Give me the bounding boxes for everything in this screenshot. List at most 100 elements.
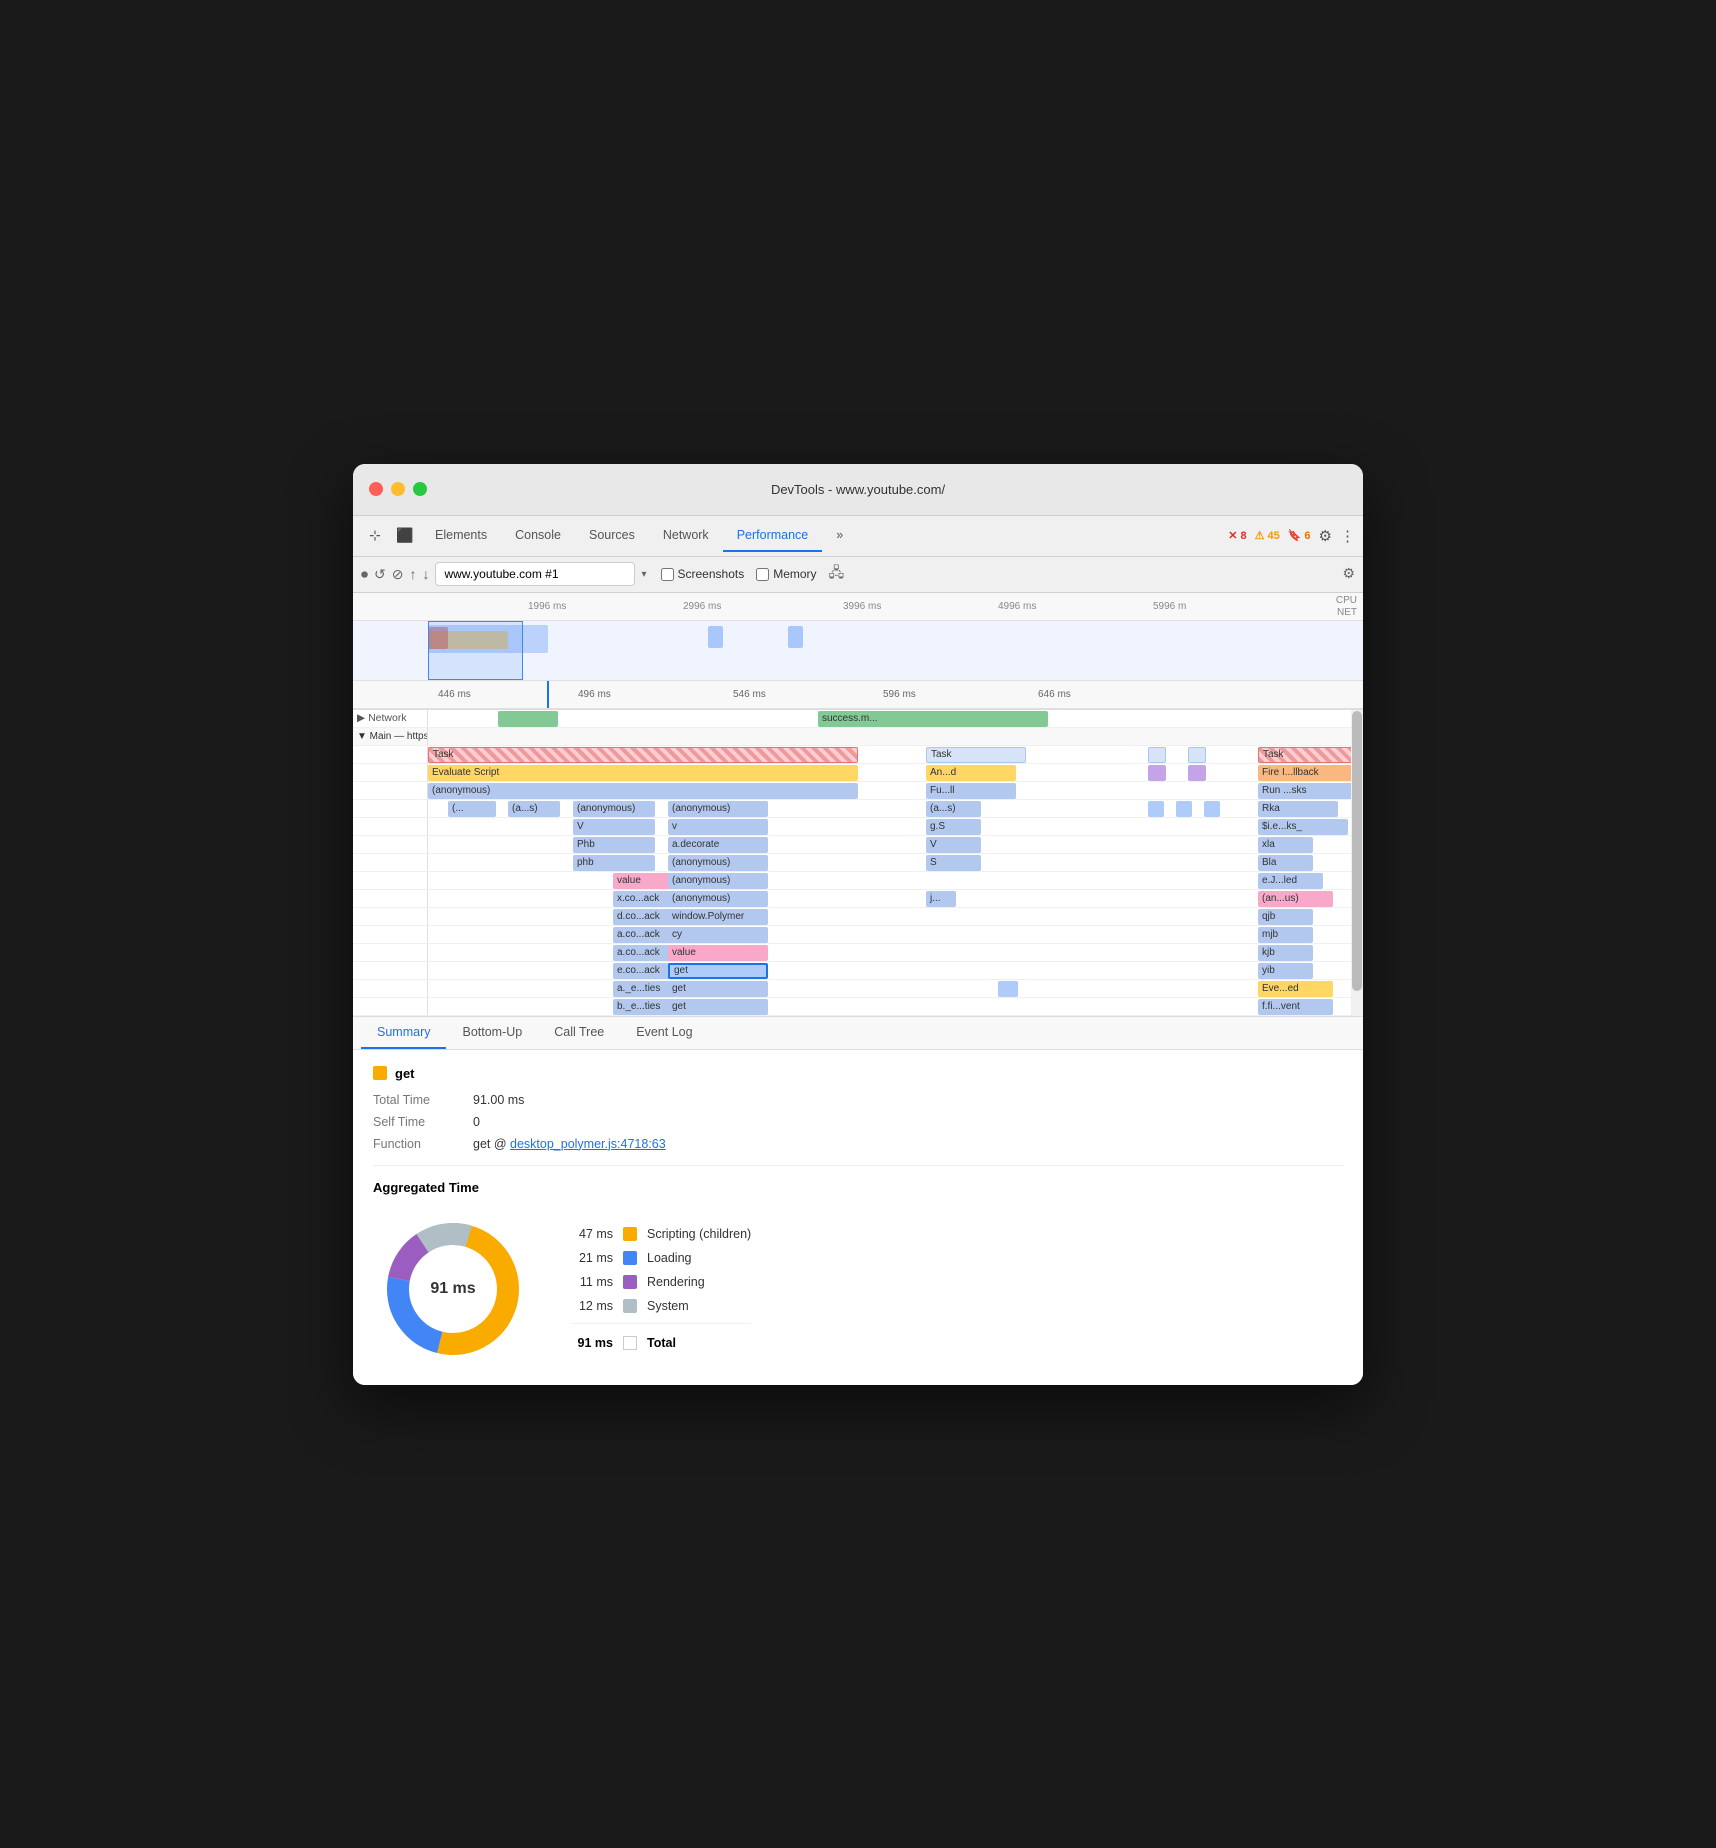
scrollbar-track[interactable] <box>1351 710 1363 1016</box>
tab-network[interactable]: Network <box>649 520 723 552</box>
task-bar-4[interactable] <box>1188 747 1206 763</box>
deep-bar-3c[interactable]: V <box>926 837 981 853</box>
minimize-button[interactable] <box>391 482 405 496</box>
deep-bar-9b[interactable]: value <box>668 945 768 961</box>
deep-bar-1e[interactable]: (a...s) <box>926 801 981 817</box>
maximize-button[interactable] <box>413 482 427 496</box>
evaluate-bar-3[interactable] <box>1148 765 1166 781</box>
deep-bar-6a[interactable]: x.co...ack <box>613 891 671 907</box>
deep-bar-11a[interactable]: a._e...ties <box>613 981 671 997</box>
url-dropdown-icon[interactable]: ▾ <box>641 569 646 580</box>
memory-checkbox[interactable] <box>756 568 769 581</box>
scrollbar-thumb[interactable] <box>1352 711 1362 991</box>
memory-checkbox-label[interactable]: Memory <box>756 567 816 581</box>
deep-bar-12b[interactable]: get <box>668 999 768 1015</box>
anon-bar-3[interactable]: Run ...sks <box>1258 783 1363 799</box>
upload-icon[interactable]: ↑ <box>409 566 416 582</box>
evaluate-bar-1[interactable]: Evaluate Script <box>428 765 858 781</box>
deep-bar-1d[interactable]: (anonymous) <box>668 801 768 817</box>
more-icon[interactable]: ⋮ <box>1340 527 1355 545</box>
deep-bar-4c[interactable]: S <box>926 855 981 871</box>
url-input[interactable] <box>435 562 635 586</box>
deep-bar-1i[interactable]: Rka <box>1258 801 1338 817</box>
tab-call-tree[interactable]: Call Tree <box>538 1017 620 1049</box>
deep-bar-3d[interactable]: xla <box>1258 837 1313 853</box>
deep-bar-5c[interactable]: e.J...led <box>1258 873 1323 889</box>
deep-bar-1c[interactable]: (anonymous) <box>573 801 655 817</box>
settings-icon[interactable]: ⚙ <box>1319 527 1332 545</box>
deep-bar-1g[interactable] <box>1176 801 1192 817</box>
record-icon[interactable]: ⏺ <box>361 566 368 583</box>
deep-bar-4d[interactable]: Bla <box>1258 855 1313 871</box>
evaluate-bar-2[interactable]: An...d <box>926 765 1016 781</box>
deep-bar-1f[interactable] <box>1148 801 1164 817</box>
deep-bar-11b[interactable]: get <box>668 981 768 997</box>
deep-bar-2d[interactable]: $i.e...ks_ <box>1258 819 1348 835</box>
device-icon[interactable]: ⬛ <box>391 522 419 550</box>
deep-bar-10c[interactable]: yib <box>1258 963 1313 979</box>
close-button[interactable] <box>369 482 383 496</box>
deep-bar-5b[interactable]: (anonymous) <box>668 873 768 889</box>
deep-bar-9a[interactable]: a.co...ack <box>613 945 671 961</box>
deep-bar-2b[interactable]: v <box>668 819 768 835</box>
deep-bar-5a[interactable]: value <box>613 873 671 889</box>
function-link[interactable]: desktop_polymer.js:4718:63 <box>510 1137 666 1151</box>
tab-more[interactable]: » <box>822 520 857 552</box>
deep-bar-8c[interactable]: mjb <box>1258 927 1313 943</box>
deep-bar-10a[interactable]: e.co...ack <box>613 963 671 979</box>
network-bar-success[interactable]: success.m... <box>818 711 1048 727</box>
deep-bar-2a[interactable]: V <box>573 819 655 835</box>
tab-console[interactable]: Console <box>501 520 575 552</box>
deep-bar-2c[interactable]: g.S <box>926 819 981 835</box>
deep-bar-8a[interactable]: a.co...ack <box>613 927 671 943</box>
deep-bar-area-4: phb (anonymous) S Bla <box>428 854 1363 872</box>
screenshots-checkbox-label[interactable]: Screenshots <box>661 567 745 581</box>
reload-icon[interactable]: ↺ <box>374 566 386 583</box>
inspect-icon[interactable]: ⊹ <box>361 522 389 550</box>
task-bar-2[interactable]: Task <box>926 747 1026 763</box>
deep-bar-12a[interactable]: b._e...ties <box>613 999 671 1015</box>
deep-bar-7a[interactable]: d.co...ack <box>613 909 671 925</box>
anon-bar-2[interactable]: Fu...ll <box>926 783 1016 799</box>
deep-bar-3a[interactable]: Phb <box>573 837 655 853</box>
deep-bar-12c[interactable]: f.fi...vent <box>1258 999 1333 1015</box>
deep-bar-7c[interactable]: qjb <box>1258 909 1313 925</box>
task-bar-5[interactable]: Task <box>1258 747 1363 763</box>
task-bar-1[interactable]: Task <box>428 747 858 763</box>
tab-sources[interactable]: Sources <box>575 520 649 552</box>
deep-bar-11c[interactable] <box>998 981 1018 997</box>
deep-bar-6b[interactable]: (anonymous) <box>668 891 768 907</box>
download-icon[interactable]: ↓ <box>422 566 429 582</box>
tab-elements[interactable]: Elements <box>421 520 501 552</box>
capture-settings-icon[interactable]: ⚙ <box>1342 565 1355 581</box>
deep-bar-4b[interactable]: (anonymous) <box>668 855 768 871</box>
deep-bar-7b[interactable]: window.Polymer <box>668 909 768 925</box>
scrubber[interactable]: 446 ms 496 ms 546 ms 596 ms 646 ms <box>353 681 1363 709</box>
deep-bar-6d[interactable]: (an...us) <box>1258 891 1333 907</box>
evaluate-bar-4[interactable] <box>1188 765 1206 781</box>
clear-icon[interactable]: ⊘ <box>392 566 404 583</box>
tab-performance[interactable]: Performance <box>723 520 823 552</box>
screenshots-checkbox[interactable] <box>661 568 674 581</box>
timeline-overview[interactable] <box>353 621 1363 681</box>
evaluate-bar-5[interactable]: Fire I...llback <box>1258 765 1363 781</box>
deep-bar-1b[interactable]: (a...s) <box>508 801 560 817</box>
deep-bar-11d[interactable]: Eve...ed <box>1258 981 1333 997</box>
deep-bar-9c[interactable]: kjb <box>1258 945 1313 961</box>
network-bar-1[interactable] <box>498 711 558 727</box>
deep-bar-1a[interactable]: (... <box>448 801 496 817</box>
urlbar: ⏺ ↺ ⊘ ↑ ↓ ▾ Screenshots Memory 🖧 ⚙ <box>353 557 1363 593</box>
deep-bar-6c[interactable]: j... <box>926 891 956 907</box>
tab-bottom-up[interactable]: Bottom-Up <box>446 1017 538 1049</box>
deep-bar-8b[interactable]: cy <box>668 927 768 943</box>
deep-bar-1h[interactable] <box>1204 801 1220 817</box>
memory-icon[interactable]: 🖧 <box>829 562 845 586</box>
anon-bar-1[interactable]: (anonymous) <box>428 783 858 799</box>
tab-event-log[interactable]: Event Log <box>620 1017 708 1049</box>
window-controls[interactable] <box>369 482 427 496</box>
deep-bar-3b[interactable]: a.decorate <box>668 837 768 853</box>
tab-summary[interactable]: Summary <box>361 1017 446 1049</box>
deep-bar-4a[interactable]: phb <box>573 855 655 871</box>
deep-bar-10b-selected[interactable]: get <box>668 963 768 979</box>
task-bar-3[interactable] <box>1148 747 1166 763</box>
